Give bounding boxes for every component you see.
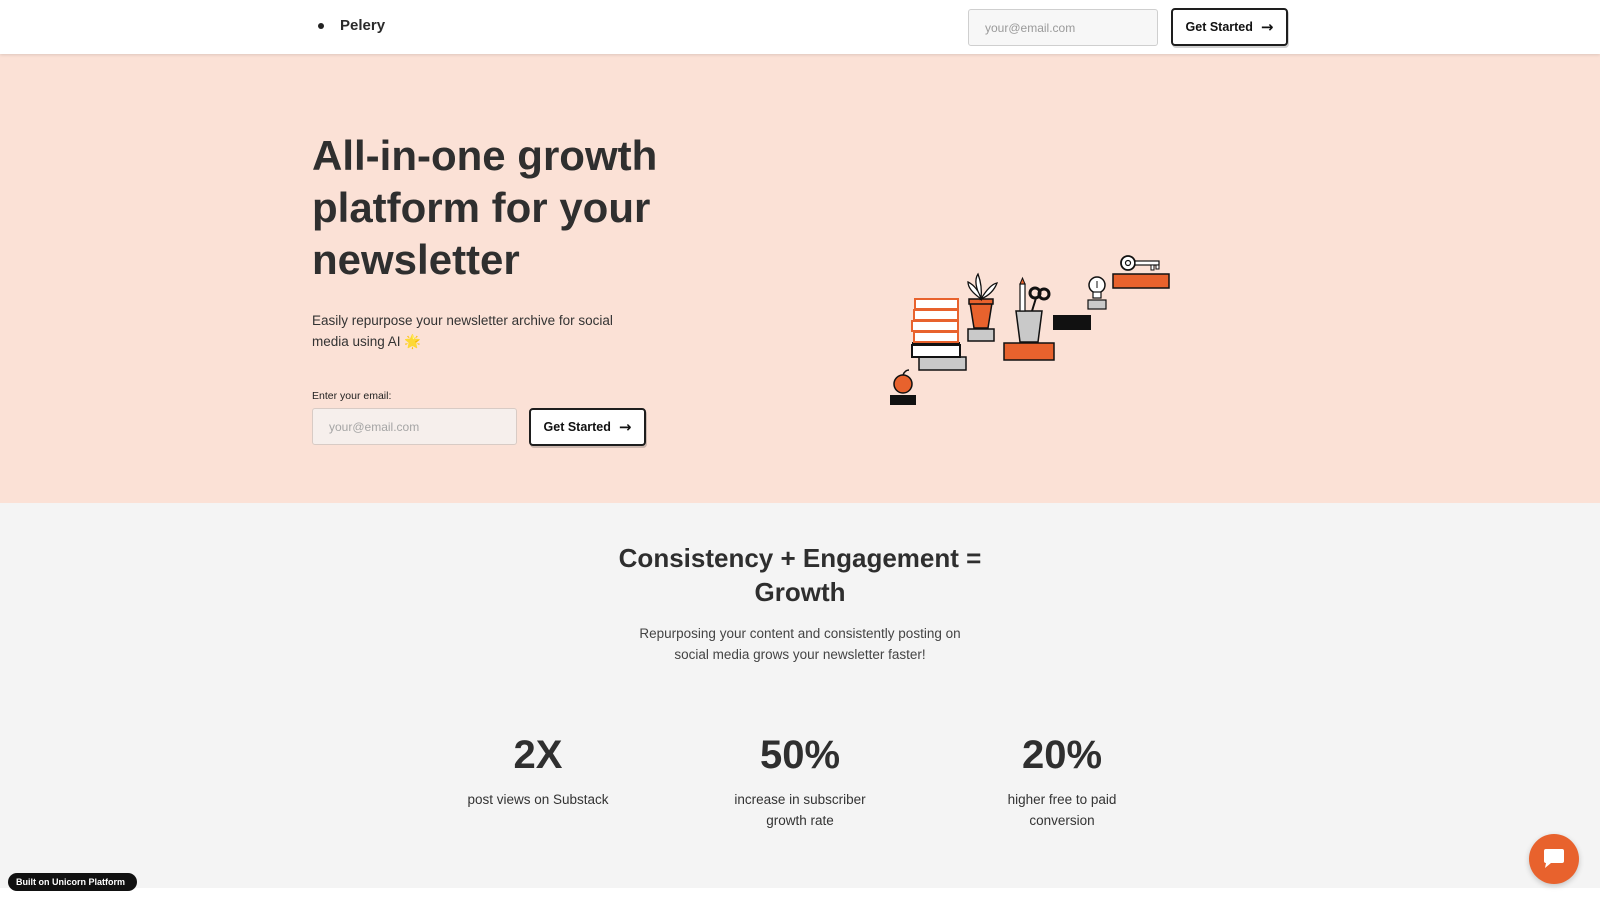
stat-label: post views on Substack	[467, 792, 609, 807]
stat-item: 20% higher free to paid conversion	[962, 731, 1162, 831]
stat-item: 50% increase in subscriber growth rate	[700, 731, 900, 831]
hero-get-started-button[interactable]: Get Started →	[529, 408, 646, 446]
header-get-started-button[interactable]: Get Started →	[1171, 8, 1288, 46]
page-bottom-strip	[0, 888, 1600, 900]
arrow-right-icon: →	[618, 417, 632, 436]
built-on-badge[interactable]: Built on Unicorn Platform	[8, 873, 137, 891]
chat-bubble-icon	[1544, 849, 1564, 868]
hero-email-input[interactable]	[312, 408, 517, 445]
stat-item: 2X post views on Substack	[438, 731, 638, 810]
stats-section: Consistency + Engagement = Growth Repurp…	[0, 503, 1600, 900]
stat-label: increase in subscriber growth rate	[734, 792, 866, 828]
brand-name: Pelery	[340, 17, 386, 34]
chat-launcher-button[interactable]	[1529, 834, 1579, 884]
stat-label: higher free to paid conversion	[1007, 792, 1117, 828]
stat-value: 2X	[513, 733, 563, 777]
stairs-of-objects-illustration	[890, 255, 1170, 405]
stats-subtitle: Repurposing your content and consistentl…	[639, 626, 961, 662]
email-label: Enter your email:	[312, 390, 392, 402]
brand[interactable]: Pelery	[318, 17, 385, 34]
top-nav: Pelery Get Started →	[0, 0, 1600, 54]
arrow-right-icon: →	[1260, 17, 1274, 36]
header-email-input[interactable]	[968, 9, 1158, 46]
hero-subtitle: Easily repurpose your newsletter archive…	[312, 313, 613, 349]
header-get-started-label: Get Started	[1185, 20, 1253, 34]
hero-section: All-in-one growth platform for your news…	[0, 54, 1600, 503]
hero-get-started-label: Get Started	[543, 420, 611, 434]
hero-title: All-in-one growth platform for your news…	[312, 132, 658, 283]
brand-dot-icon	[318, 22, 324, 29]
stat-value: 50%	[759, 733, 841, 777]
stats-title: Consistency + Engagement = Growth	[618, 543, 982, 607]
stat-value: 20%	[1021, 733, 1103, 777]
